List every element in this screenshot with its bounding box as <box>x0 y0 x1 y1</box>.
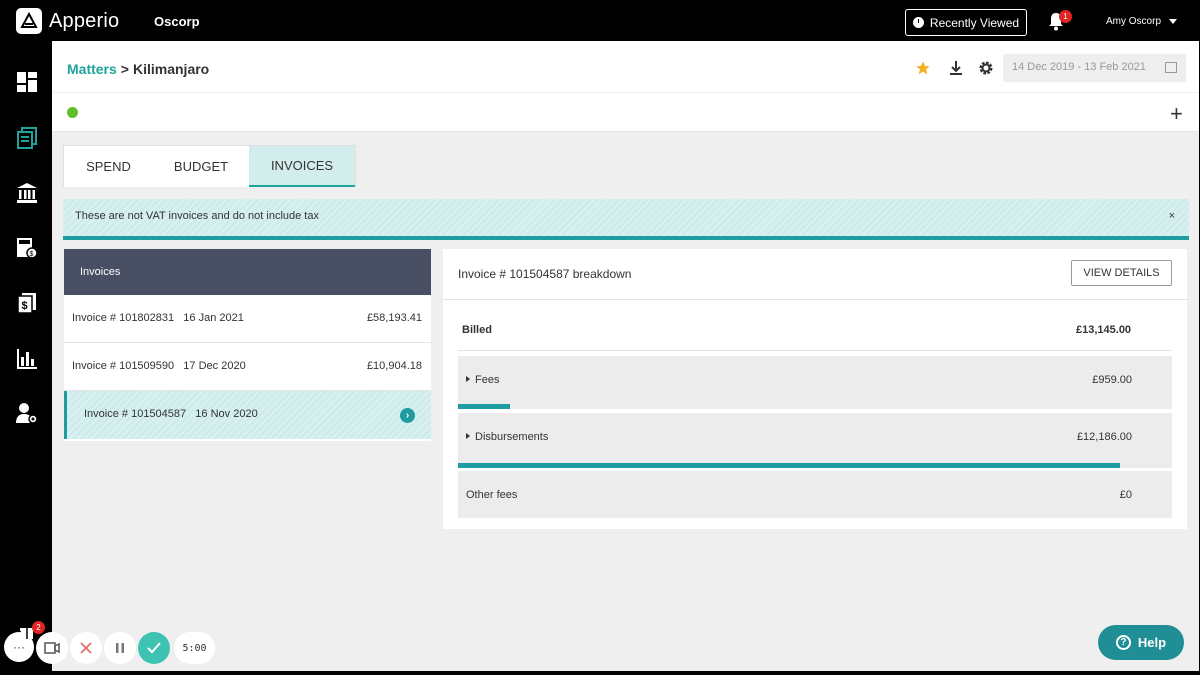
cancel-recording-button[interactable] <box>70 632 102 664</box>
invoice-row[interactable]: Invoice # 101802831 16 Jan 2021 £58,193.… <box>64 295 431 343</box>
pause-recording-button[interactable] <box>104 632 136 664</box>
page-header: Matters > Kilimanjaro 14 Dec 2019 - 13 Feb… <box>52 41 1199 132</box>
breadcrumb-separator: > <box>120 61 129 77</box>
breakdown-row-amount: £0 <box>1119 489 1132 501</box>
invoice-amount: £10,904.18 <box>366 360 422 372</box>
billed-divider <box>458 350 1172 351</box>
breakdown-divider <box>443 299 1187 300</box>
main-content: Matters > Kilimanjaro 14 Dec 2019 - 13 Feb… <box>52 41 1199 671</box>
recently-viewed-label: Recently Viewed <box>929 15 1020 30</box>
banner-close-icon[interactable]: × <box>1169 210 1175 222</box>
recording-timer: 5:00 <box>174 632 215 664</box>
invoice-breakdown-panel: Invoice # 101504587 breakdown VIEW DETAI… <box>443 249 1187 529</box>
billed-label: Billed <box>462 324 492 336</box>
invoice-label: Invoice # 101509590 17 Dec 2020 <box>72 360 246 372</box>
status-indicator <box>67 107 78 118</box>
expand-caret-icon <box>466 433 470 439</box>
logo-mark-icon <box>16 8 42 34</box>
user-settings-icon[interactable] <box>16 402 38 424</box>
app-name: Apperio <box>49 9 120 32</box>
share-bar <box>458 463 1120 468</box>
breakdown-row-label: Other fees <box>466 489 518 501</box>
close-icon <box>80 642 92 654</box>
breakdown-row-fees[interactable]: Fees £959.00 <box>458 356 1172 409</box>
breakdown-row-disbursements[interactable]: Disbursements £12,186.00 <box>458 413 1172 468</box>
org-name: Oscorp <box>154 14 200 29</box>
tab-budget[interactable]: BUDGET <box>153 146 249 187</box>
tab-invoices[interactable]: INVOICES <box>249 146 355 187</box>
pause-icon <box>116 643 124 653</box>
vat-notice-banner: These are not VAT invoices and do not in… <box>63 199 1189 240</box>
billed-amount: £13,145.00 <box>1076 324 1132 336</box>
breakdown-row-label: Fees <box>475 374 500 386</box>
invoices-list-header: Invoices <box>64 249 431 295</box>
clock-icon <box>912 17 924 28</box>
page-title: Kilimanjaro <box>132 61 210 77</box>
tab-bar: SPEND BUDGET INVOICES <box>63 145 356 187</box>
reports-chart-icon[interactable] <box>16 347 38 369</box>
gear-icon[interactable] <box>978 60 994 76</box>
share-bar <box>458 404 511 409</box>
checkmark-icon <box>147 642 161 654</box>
invoice-label: Invoice # 101504587 16 Nov 2020 <box>84 408 258 420</box>
invoice-row-selected[interactable]: Invoice # 101504587 16 Nov 2020 › <box>64 391 431 439</box>
question-icon: ? <box>1115 635 1131 650</box>
user-name: Amy Oscorp <box>1106 16 1162 27</box>
invoice-label: Invoice # 101802831 16 Jan 2021 <box>72 312 244 324</box>
expand-caret-icon <box>466 376 470 382</box>
gift-badge: 2 <box>32 621 45 634</box>
user-menu[interactable]: Amy Oscorp <box>1106 16 1178 27</box>
recently-viewed-button[interactable]: Recently Viewed <box>905 9 1027 36</box>
invoice-amount: £58,193.41 <box>366 312 422 324</box>
breadcrumb: Matters > Kilimanjaro <box>67 61 209 77</box>
invoice-row[interactable]: Invoice # 101509590 17 Dec 2020 £10,904.… <box>64 343 431 391</box>
download-icon[interactable] <box>948 60 964 76</box>
breakdown-row-amount: £959.00 <box>1092 374 1132 386</box>
camera-toggle-button[interactable] <box>36 632 68 664</box>
breakdown-row-label: Disbursements <box>475 431 549 443</box>
tab-spend[interactable]: SPEND <box>64 146 153 187</box>
star-icon[interactable] <box>915 60 931 76</box>
logo[interactable]: Apperio <box>16 8 119 34</box>
caret-down-icon <box>1169 19 1178 24</box>
matters-icon[interactable] <box>16 127 38 149</box>
top-bar: Apperio Oscorp Recently Viewed 1 Amy Osc… <box>0 0 1200 41</box>
invoices-list: Invoices Invoice # 101802831 16 Jan 2021… <box>64 249 431 441</box>
dashboard-icon[interactable] <box>16 71 38 93</box>
add-icon[interactable]: + <box>1170 101 1183 127</box>
svg-text:$: $ <box>30 251 34 258</box>
bank-icon[interactable] <box>16 182 38 204</box>
header-divider <box>52 92 1199 93</box>
view-details-button[interactable]: VIEW DETAILS <box>1071 260 1172 286</box>
side-nav: $ $ <box>0 41 52 675</box>
notification-badge: 1 <box>1059 10 1072 23</box>
breakdown-row-amount: £12,186.00 <box>1076 431 1132 443</box>
help-button[interactable]: ? Help <box>1098 625 1184 660</box>
breadcrumb-matters-link[interactable]: Matters <box>67 61 117 77</box>
breakdown-title: Invoice # 101504587 breakdown <box>458 267 632 281</box>
banner-message: These are not VAT invoices and do not in… <box>75 210 319 222</box>
help-label: Help <box>1137 635 1167 650</box>
budget-calculator-icon[interactable]: $ <box>16 237 38 259</box>
finish-recording-button[interactable] <box>138 632 170 664</box>
calendar-icon <box>1165 62 1177 73</box>
breakdown-row-other-fees: Other fees £0 <box>458 471 1172 518</box>
chevron-right-icon: › <box>400 408 415 423</box>
invoices-dollar-icon[interactable]: $ <box>16 292 38 314</box>
camera-icon <box>44 642 60 654</box>
svg-text:$: $ <box>22 300 28 312</box>
date-range-value: 14 Dec 2019 - 13 Feb 2021 <box>1012 61 1146 73</box>
date-range-picker[interactable]: 14 Dec 2019 - 13 Feb 2021 <box>1003 54 1186 82</box>
